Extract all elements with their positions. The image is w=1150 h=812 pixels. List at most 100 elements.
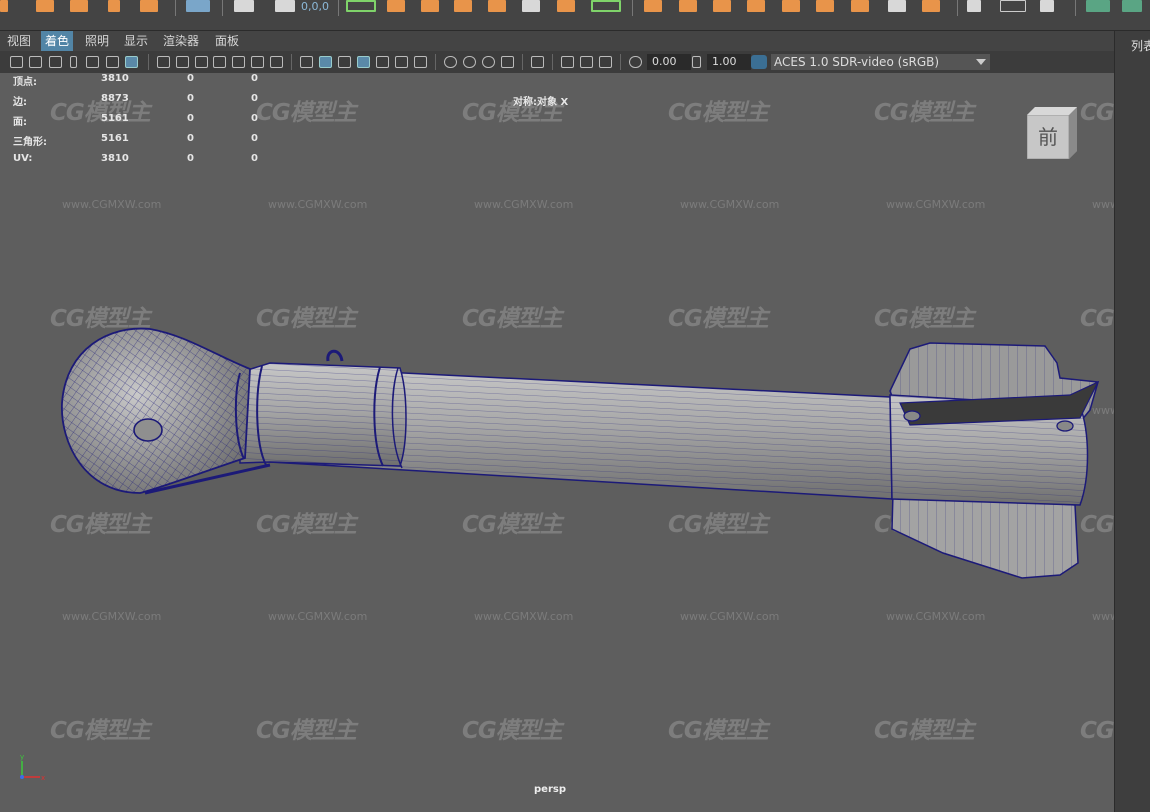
wireframe-on-shaded-icon[interactable]: [357, 56, 370, 68]
view-cube-face-label: 前: [1038, 125, 1058, 149]
color-management-icon[interactable]: [751, 55, 767, 69]
wireframe-icon[interactable]: [300, 56, 313, 68]
shelf-tool-icon[interactable]: [70, 0, 88, 12]
field-chart-icon[interactable]: [232, 56, 245, 68]
stat-value: 0: [187, 73, 194, 84]
outliner-menu-list[interactable]: 列表: [1131, 37, 1150, 54]
svg-text:y: y: [20, 753, 24, 761]
shelf-tool-icon[interactable]: [346, 0, 376, 12]
smooth-shade-icon[interactable]: [319, 56, 332, 68]
image-plane-icon[interactable]: [86, 56, 99, 68]
axis-gizmo: y x: [20, 753, 45, 782]
svg-text:x: x: [41, 774, 45, 782]
grease-pencil-icon[interactable]: [125, 56, 138, 68]
2d-pan-icon[interactable]: [106, 56, 119, 68]
stat-value: 0: [251, 153, 258, 164]
shelf-tool-icon[interactable]: [557, 0, 575, 12]
xray-active-icon[interactable]: [599, 56, 612, 68]
stat-value: 0: [251, 73, 258, 84]
shadows-icon[interactable]: [414, 56, 427, 68]
gamma-field[interactable]: 1.00: [707, 54, 751, 70]
shelf-tool-icon[interactable]: [0, 0, 8, 12]
stat-value: 3810: [101, 73, 129, 84]
gamma-icon[interactable]: [692, 56, 701, 68]
stat-value: 0: [251, 133, 258, 144]
stat-label: 顶点:: [13, 77, 37, 88]
tail-rivet: [1056, 420, 1074, 432]
safe-action-icon[interactable]: [251, 56, 264, 68]
symmetry-label: 对称:对象 X: [513, 97, 569, 108]
camera-lock-icon[interactable]: [29, 56, 42, 68]
shelf-tool-icon[interactable]: [108, 0, 120, 12]
menu-shading[interactable]: 着色: [41, 31, 74, 51]
shelf-tool-icon[interactable]: [1122, 0, 1142, 12]
chevron-down-icon: [976, 59, 986, 65]
shelf-tool-icon[interactable]: [1000, 0, 1026, 12]
fuse-hole: [133, 418, 163, 442]
shelf-tool-icon[interactable]: [644, 0, 662, 12]
stat-row-edges: 边: 8873 0 0: [13, 93, 273, 108]
anti-aliasing-icon[interactable]: [482, 56, 495, 68]
shelf-tool-icon[interactable]: [713, 0, 731, 12]
shelf-tool-icon[interactable]: [816, 0, 834, 12]
xray-icon[interactable]: [561, 56, 574, 68]
shelf-tool-icon[interactable]: [747, 0, 765, 12]
shelf-tool-icon[interactable]: [679, 0, 697, 12]
view-cube[interactable]: 前: [1027, 107, 1077, 159]
menu-renderer[interactable]: 渲染器: [159, 31, 203, 51]
film-gate-icon[interactable]: [176, 56, 189, 68]
shelf-tool-icon[interactable]: [421, 0, 439, 12]
stat-value: 8873: [101, 93, 129, 104]
shelf-tool-icon[interactable]: [591, 0, 621, 12]
shelf-tool-icon[interactable]: [1040, 0, 1054, 12]
menu-panels[interactable]: 面板: [211, 31, 243, 51]
textured-icon[interactable]: [376, 56, 389, 68]
stat-row-faces: 面: 5161 0 0: [13, 113, 273, 128]
camera-icon[interactable]: [10, 56, 23, 68]
model-grenade[interactable]: [0, 73, 1114, 812]
grid-icon[interactable]: [157, 56, 170, 68]
menu-show[interactable]: 显示: [120, 31, 152, 51]
lights-icon[interactable]: [395, 56, 408, 68]
exposure-field[interactable]: 0.00: [647, 54, 691, 70]
shelf-tool-icon[interactable]: [488, 0, 506, 12]
shelf-tool-icon[interactable]: [275, 0, 295, 12]
xray-joints-icon[interactable]: [580, 56, 593, 68]
shelf-tool-icon[interactable]: [387, 0, 405, 12]
stat-value: 0: [187, 133, 194, 144]
default-material-icon[interactable]: [338, 56, 351, 68]
exposure-icon[interactable]: [629, 56, 642, 68]
shelf: 0,0,0: [0, 0, 1150, 31]
stat-label: 边:: [13, 97, 27, 108]
menu-view[interactable]: 视图: [3, 31, 35, 51]
menu-lighting[interactable]: 照明: [81, 31, 113, 51]
motion-blur-icon[interactable]: [463, 56, 476, 68]
shelf-tool-icon[interactable]: [186, 0, 210, 12]
shelf-tool-icon[interactable]: [851, 0, 869, 12]
safe-title-icon[interactable]: [270, 56, 283, 68]
color-management-dropdown[interactable]: ACES 1.0 SDR-video (sRGB): [771, 54, 990, 70]
stat-row-uvs: UV: 3810 0 0: [13, 153, 273, 167]
depth-of-field-icon[interactable]: [501, 56, 514, 68]
panel-toolbar: 0.00 1.00 ACES 1.0 SDR-video (sRGB): [0, 51, 1114, 73]
isolate-select-icon[interactable]: [531, 56, 544, 68]
panel-menu-bar: 视图 着色 照明 显示 渲染器 面板: [0, 31, 1114, 51]
stat-value: 5161: [101, 133, 129, 144]
gate-mask-icon[interactable]: [213, 56, 226, 68]
bookmark-icon[interactable]: [70, 56, 77, 68]
shelf-tool-icon[interactable]: [922, 0, 940, 12]
pin-ring: [326, 349, 344, 362]
resolution-gate-icon[interactable]: [195, 56, 208, 68]
shelf-tool-icon[interactable]: [967, 0, 981, 12]
shelf-tool-icon[interactable]: [454, 0, 472, 12]
shelf-tool-icon[interactable]: [782, 0, 800, 12]
screen-space-ao-icon[interactable]: [444, 56, 457, 68]
viewport-persp[interactable]: CG模型主CG模型主CG模型主CG模型主CG模型主CG模型主CG模型主CG模型主…: [0, 73, 1114, 812]
shelf-tool-icon[interactable]: [36, 0, 54, 12]
shelf-tool-icon[interactable]: [888, 0, 906, 12]
camera-attributes-icon[interactable]: [49, 56, 62, 68]
shelf-tool-icon[interactable]: [522, 0, 540, 12]
shelf-tool-icon[interactable]: [140, 0, 158, 12]
shelf-tool-icon[interactable]: [1086, 0, 1110, 12]
shelf-tool-icon[interactable]: [234, 0, 254, 12]
